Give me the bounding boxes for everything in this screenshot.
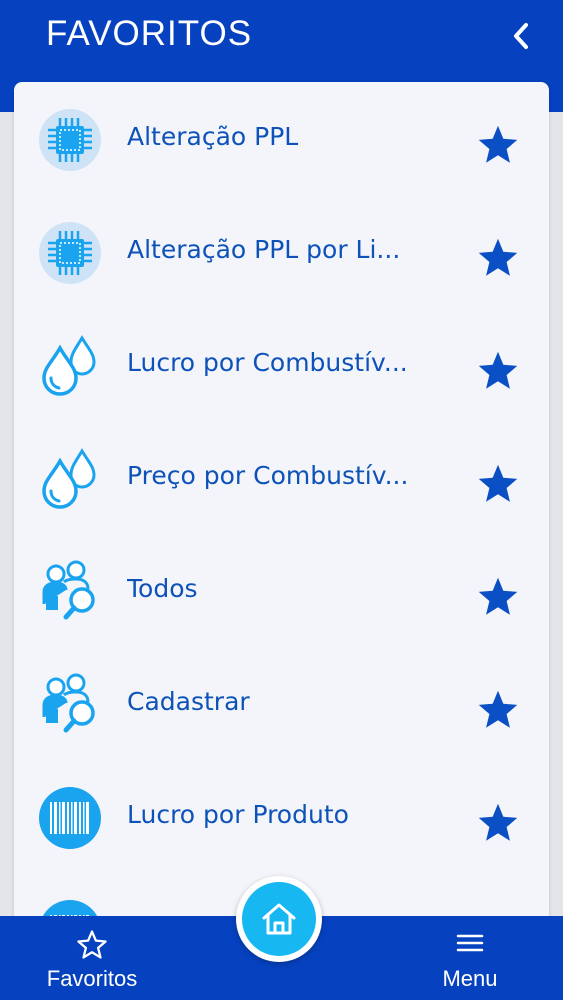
drops-icon [42,448,96,509]
list-item-label: Cadastrar [127,687,250,716]
chip-icon [39,222,101,284]
people-search-icon [42,673,95,733]
barcode-icon [39,787,101,849]
list-item-label: Lucro por Combustív... [127,348,408,377]
chevron-left-icon [514,23,528,49]
star-icon[interactable] [476,236,520,280]
home-icon [262,903,296,935]
nav-menu[interactable]: Menu [420,916,520,1000]
home-button[interactable] [236,876,322,962]
nav-favorites[interactable]: Favoritos [30,916,154,1000]
star-icon[interactable] [476,462,520,506]
list-item-label: Alteração PPL [127,122,299,151]
star-outline-icon [77,930,107,959]
list-item[interactable]: Alteração PPL [14,82,549,195]
people-search-icon [42,560,95,620]
list-item-label: Alteração PPL por Li... [127,235,401,264]
list-item-label: Preço por Combustív... [127,461,409,490]
chip-icon [39,109,101,171]
back-button[interactable] [501,14,541,58]
favorites-list: Alteração PPL Alteração PPL por Li... Lu… [14,82,549,942]
nav-favorites-label: Favoritos [46,966,138,991]
star-icon[interactable] [476,801,520,845]
list-item[interactable]: Todos [14,534,549,647]
list-item[interactable]: Lucro por Combustív... [14,308,549,421]
star-icon[interactable] [476,688,520,732]
list-item-label: Lucro por Produto [127,800,349,829]
list-item[interactable]: Alteração PPL por Li... [14,195,549,308]
page-title: FAVORITOS [46,14,253,53]
list-item[interactable]: Lucro por Produto [14,760,549,873]
drops-icon [42,335,96,396]
list-item[interactable]: Cadastrar [14,647,549,760]
nav-menu-label: Menu [442,966,498,991]
star-icon[interactable] [476,349,520,393]
list-item[interactable]: Preço por Combustív... [14,421,549,534]
star-icon[interactable] [476,123,520,167]
hamburger-menu-icon [456,934,484,952]
home-button-inner [242,882,316,956]
list-item-label: Todos [127,574,198,603]
star-icon[interactable] [476,575,520,619]
